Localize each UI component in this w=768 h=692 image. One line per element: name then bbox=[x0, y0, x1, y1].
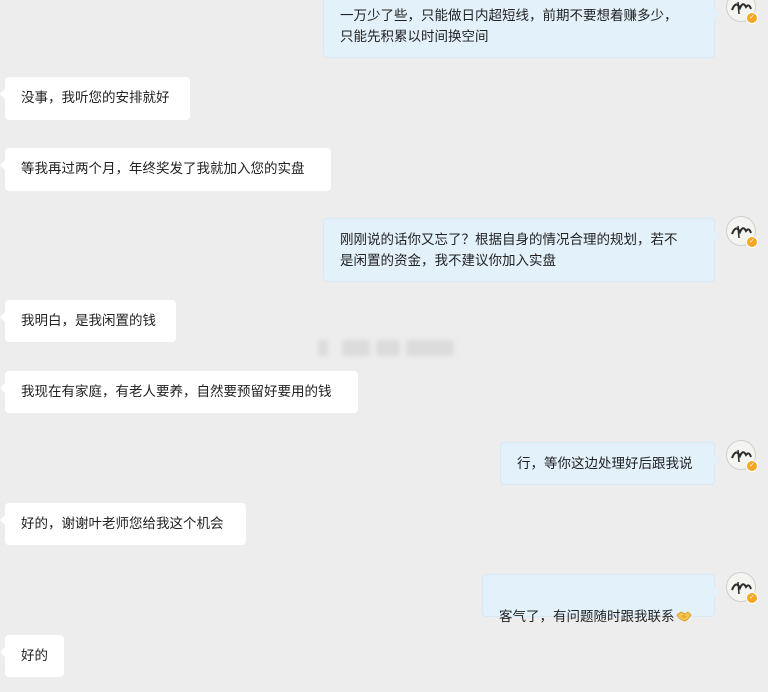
message-bubble-outgoing[interactable]: 刚刚说的话你又忘了？根据自身的情况合理的规划，若不 是闲置的资金，我不建议你加入… bbox=[323, 218, 720, 282]
verified-badge-icon: ✓ bbox=[746, 592, 758, 604]
message-text: 客气了，有问题随时跟我联系 bbox=[499, 609, 675, 625]
message-bubble-outgoing[interactable]: 客气了，有问题随时跟我联系 bbox=[482, 574, 720, 625]
handshake-emoji-icon bbox=[675, 611, 692, 622]
message-bubble-incoming[interactable]: 我明白，是我闲置的钱 bbox=[0, 300, 176, 342]
teacher-avatar[interactable]: ✓ bbox=[726, 216, 758, 248]
message-bubble-incoming[interactable]: 我现在有家庭，有老人要养，自然要预留好要用的钱 bbox=[0, 371, 358, 413]
chat-window: 一万少了些，只能做日内超短线，前期不要想着赚多少， 只能先积累以时间换空间 ✓ … bbox=[0, 0, 768, 692]
message-bubble-outgoing[interactable]: 一万少了些，只能做日内超短线，前期不要想着赚多少， 只能先积累以时间换空间 bbox=[323, 0, 720, 58]
teacher-avatar[interactable]: ✓ bbox=[726, 0, 758, 24]
message-bubble-incoming[interactable]: 没事，我听您的安排就好 bbox=[0, 77, 190, 120]
verified-badge-icon: ✓ bbox=[746, 12, 758, 24]
message-bubble-outgoing[interactable]: 行，等你这边处理好后跟我说 bbox=[500, 442, 720, 485]
verified-badge-icon: ✓ bbox=[746, 460, 758, 472]
message-bubble-incoming[interactable]: 好的 bbox=[0, 635, 64, 677]
teacher-avatar[interactable]: ✓ bbox=[726, 572, 758, 604]
blurred-watermark bbox=[318, 338, 456, 358]
message-bubble-incoming[interactable]: 好的，谢谢叶老师您给我这个机会 bbox=[0, 503, 246, 545]
message-bubble-incoming[interactable]: 等我再过两个月，年终奖发了我就加入您的实盘 bbox=[0, 148, 331, 191]
verified-badge-icon: ✓ bbox=[746, 236, 758, 248]
teacher-avatar[interactable]: ✓ bbox=[726, 440, 758, 472]
